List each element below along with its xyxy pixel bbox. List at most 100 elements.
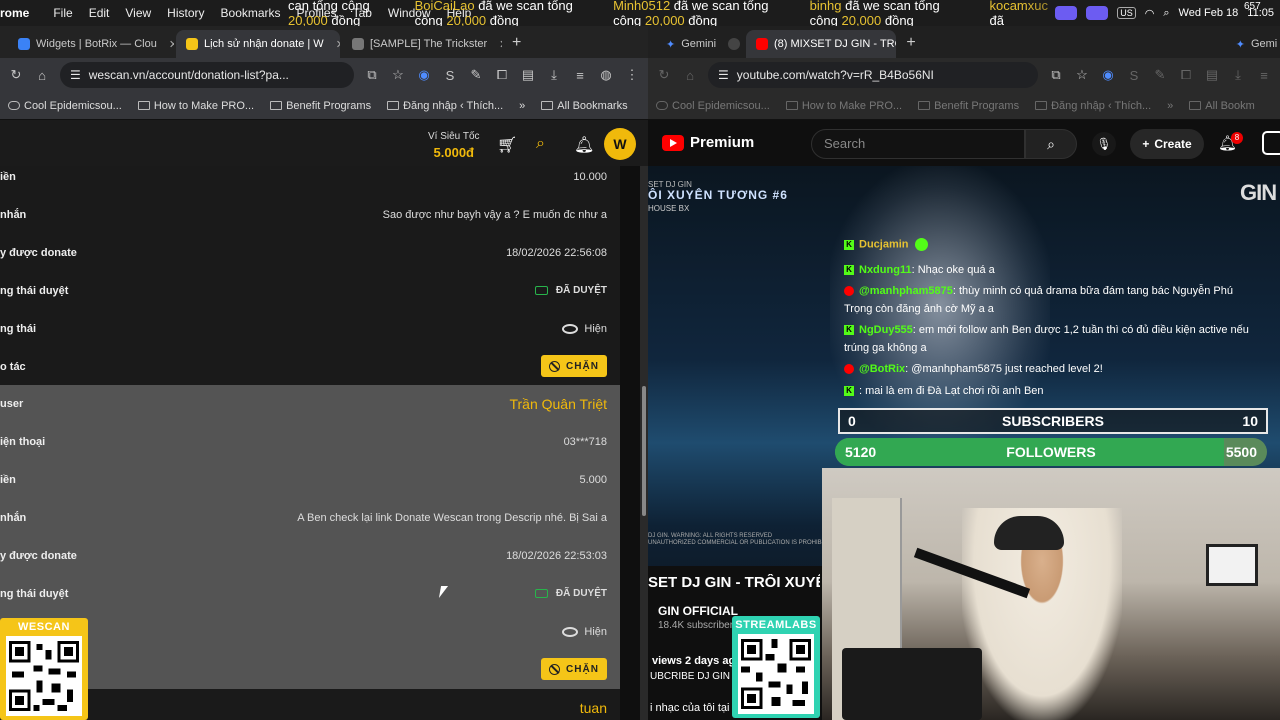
tab-gemini[interactable]: ✦ Gemini (656, 30, 726, 58)
menu-file[interactable]: File (45, 6, 80, 20)
plus-icon: + (1142, 137, 1150, 151)
extension-icon[interactable]: ◉ (416, 67, 432, 83)
qr-code (6, 636, 82, 716)
kick-icon: K (844, 239, 854, 250)
reload-icon[interactable]: ↻ (656, 67, 672, 83)
block-button[interactable]: CHẶN (541, 658, 607, 680)
close-icon[interactable]: ✕ (499, 38, 502, 51)
block-button[interactable]: CHẶN (541, 355, 607, 377)
list-icon[interactable]: ≡ (1256, 68, 1272, 83)
address-bar[interactable]: ☰ youtube.com/watch?v=rR_B4Bo56NI (708, 62, 1038, 88)
mic-button[interactable]: 🎙︎ (1092, 132, 1116, 156)
menu-history[interactable]: History (159, 6, 212, 20)
bookmark-item[interactable]: Đăng nhập ‹ Thích... (1035, 100, 1151, 112)
home-icon[interactable]: ⌂ (34, 68, 50, 83)
menubar-status: US ◠ ⌕ Wed Feb 18 11:05 (1025, 0, 1280, 26)
list-item: iền 10.000 (0, 171, 607, 183)
tab-donation-list[interactable]: Lịch sử nhận donate | W ✕ (176, 30, 340, 58)
follower-goal-bar: 5120 FOLLOWERS 5500 (835, 438, 1267, 466)
youtube-logo[interactable]: Premium (662, 134, 754, 151)
search-icon[interactable]: ⌕ (1163, 7, 1169, 20)
visibility-toggle[interactable]: Hiện (562, 613, 607, 651)
close-icon[interactable]: ✕ (336, 38, 340, 51)
pen-icon[interactable]: ✎ (1152, 67, 1168, 83)
bookmark-item[interactable]: Benefit Programs (270, 100, 371, 112)
extension-icon[interactable]: ◉ (1100, 67, 1116, 83)
bookmark-item[interactable]: Benefit Programs (918, 100, 1019, 112)
tab-gemini-2[interactable]: ✦ Gemi (1226, 30, 1280, 58)
menu-view[interactable]: View (117, 6, 159, 20)
new-tab-icon[interactable]: + (898, 34, 923, 58)
puzzle-icon[interactable]: ⧠ (1178, 67, 1194, 83)
donation-list: iền 10.000 nhắn Sao được như bạyh vậy a ? … (0, 166, 620, 720)
screen-record-icon[interactable] (1055, 6, 1078, 20)
channel-name[interactable]: GIN OFFICIAL (658, 604, 738, 618)
wallet[interactable]: Ví Siêu Tốc 5.000đ (428, 131, 480, 160)
qr-label: WESCAN (18, 621, 70, 633)
install-icon[interactable]: ⧉ (364, 67, 380, 83)
star-icon[interactable]: ☆ (390, 67, 406, 83)
bookmark-item[interactable]: Cool Epidemicsou... (656, 100, 770, 112)
media-icon[interactable]: ▤ (520, 67, 536, 83)
search-input[interactable]: Search (811, 129, 1025, 159)
bookmark-item[interactable]: How to Make PRO... (137, 100, 254, 112)
account-icon[interactable] (1262, 131, 1280, 155)
address-bar[interactable]: ☰ wescan.vn/account/donation-list?pa... (60, 62, 354, 88)
video-title: SET DJ GIN - TRÔI XUYÊ (648, 574, 820, 591)
app-name[interactable]: rome (0, 6, 45, 20)
puzzle-icon[interactable]: ⧠ (494, 67, 510, 83)
screen: rome File Edit View History Bookmarks Pr… (0, 0, 1280, 720)
shazam-icon[interactable]: S (442, 68, 458, 83)
more-icon[interactable]: ⋮ (624, 67, 640, 83)
cart-icon[interactable]: 🛒︎ (497, 135, 517, 155)
bookmark-item[interactable]: Đăng nhập ‹ Thích... (387, 100, 503, 112)
wescan-qr-overlay: WESCAN (0, 618, 88, 720)
reload-icon[interactable]: ↻ (8, 67, 24, 83)
scrollbar[interactable] (640, 166, 648, 720)
close-icon[interactable]: ✕ (169, 38, 174, 51)
tab-botrix-widgets[interactable]: Widgets | BotRix — Clou ✕ (8, 30, 174, 58)
download-icon[interactable]: ⤓ (1230, 67, 1246, 83)
list-item: nhắn Sao được như bạyh vậy a ? E muốn đc … (0, 209, 607, 221)
chevron-right-icon[interactable]: » (1167, 100, 1173, 112)
site-info-icon[interactable]: ☰ (718, 68, 729, 82)
all-bookmarks[interactable]: All Bookm (1189, 100, 1255, 112)
tab-youtube-mixset[interactable]: (8) MIXSET DJ GIN - TRÔ ◁ ✕ (746, 30, 897, 58)
profile-icon[interactable]: ◍ (598, 67, 614, 83)
site-info-icon[interactable]: ☰ (70, 68, 81, 82)
new-tab-icon[interactable]: + (504, 34, 529, 58)
media-icon[interactable]: ▤ (1204, 67, 1220, 83)
bookmark-item[interactable]: How to Make PRO... (785, 100, 902, 112)
banner-sub: HOUSE BX (648, 204, 690, 213)
all-bookmarks[interactable]: All Bookmarks (541, 100, 628, 112)
search-icon[interactable]: ⌕ (536, 135, 545, 153)
scrollbar-thumb[interactable] (642, 386, 646, 516)
bookmark-item[interactable]: Cool Epidemicsou... (8, 100, 122, 112)
list-icon[interactable]: ≡ (572, 68, 588, 83)
botrix-icon (18, 38, 30, 50)
star-icon[interactable]: ☆ (1074, 67, 1090, 83)
qr-code (738, 634, 814, 714)
bell-icon[interactable]: 🔔︎ (574, 135, 594, 155)
create-button[interactable]: + Create (1130, 129, 1204, 159)
brand-label: Premium (690, 134, 755, 151)
shazam-icon[interactable]: S (1126, 68, 1142, 83)
date[interactable]: Wed Feb 18 (1179, 7, 1239, 19)
keyboard-language[interactable]: US (1117, 7, 1136, 19)
chevron-right-icon[interactable]: » (519, 100, 525, 112)
kick-icon: K (844, 386, 854, 397)
search-button[interactable]: ⌕ (1025, 129, 1077, 159)
download-icon[interactable]: ⤓ (546, 67, 562, 83)
menu-bookmarks[interactable]: Bookmarks (213, 6, 289, 20)
subscriber-goal-bar: 0 SUBSCRIBERS 10 (838, 408, 1268, 434)
wallet-amount: 5.000đ (433, 145, 474, 160)
visibility-toggle[interactable]: Hiện (562, 310, 607, 348)
menu-edit[interactable]: Edit (81, 6, 118, 20)
screen-share-icon[interactable] (1086, 6, 1109, 20)
home-icon[interactable]: ⌂ (682, 68, 698, 83)
pen-icon[interactable]: ✎ (468, 67, 484, 83)
wifi-icon[interactable]: ◠ (1145, 7, 1155, 20)
avatar[interactable]: W (604, 128, 636, 160)
tab-sample-trickster[interactable]: [SAMPLE] The Trickster ✕ (342, 30, 502, 58)
install-icon[interactable]: ⧉ (1048, 67, 1064, 83)
